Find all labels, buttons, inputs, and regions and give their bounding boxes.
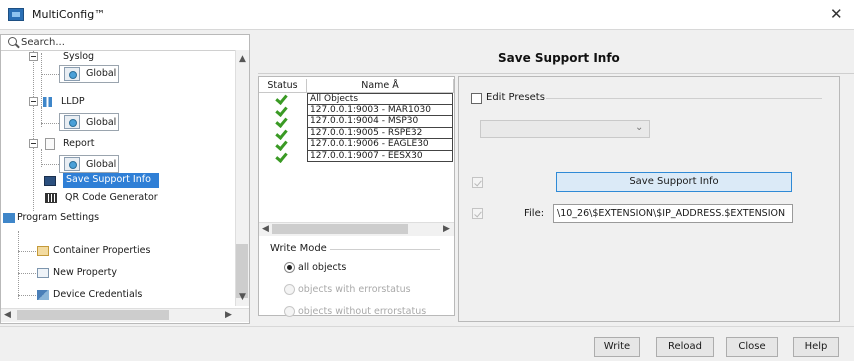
table-row[interactable]: 127.0.0.1:9005 - RSPE32: [259, 127, 454, 139]
help-button[interactable]: Help: [793, 337, 839, 357]
table-cell-name: 127.0.0.1:9003 - MAR1030: [307, 104, 453, 116]
table-row[interactable]: All Objects: [259, 93, 454, 105]
scrollbar-thumb[interactable]: [236, 244, 248, 298]
scroll-down-icon[interactable]: ▼: [239, 292, 246, 302]
tree-item-report[interactable]: Report: [63, 138, 95, 149]
table-cell-name: 127.0.0.1:9006 - EAGLE30: [307, 139, 453, 151]
title-bar: [0, 0, 854, 30]
scroll-right-icon[interactable]: ▶: [443, 224, 450, 234]
presets-dropdown[interactable]: [480, 120, 650, 138]
tree-item-container-properties[interactable]: Container Properties: [53, 245, 150, 256]
document-icon: [45, 138, 55, 150]
tree-connector: [18, 251, 36, 252]
globe-icon: [64, 115, 80, 129]
collapse-icon[interactable]: [29, 52, 38, 61]
close-button[interactable]: Close: [726, 337, 778, 357]
table-row[interactable]: 127.0.0.1:9003 - MAR1030: [259, 104, 454, 116]
tree-item-syslog-global[interactable]: Global: [86, 68, 116, 79]
details-panel: [458, 76, 840, 322]
save-disk-icon: [44, 176, 56, 186]
tree-item-save-support-info[interactable]: Save Support Info: [63, 173, 159, 188]
divider: [546, 98, 822, 99]
tree-connector: [33, 51, 34, 211]
ok-check-icon: [275, 105, 287, 116]
collapse-icon[interactable]: [29, 97, 38, 106]
scrollbar-thumb[interactable]: [272, 224, 408, 234]
tree-connector: [41, 53, 42, 113]
edit-presets-label: Edit Presets: [486, 92, 545, 103]
radio-without-errorstatus[interactable]: [284, 306, 295, 317]
tree-item-device-credentials[interactable]: Device Credentials: [53, 289, 142, 300]
tree-item-report-global[interactable]: Global: [86, 159, 116, 170]
ok-check-icon: [275, 139, 287, 150]
file-path-field[interactable]: \10_26\$EXTENSION\$IP_ADDRESS.$EXTENSION: [553, 204, 793, 223]
search-row[interactable]: Search...: [1, 35, 249, 51]
page-title: Save Support Info: [498, 51, 620, 65]
edit-presets-checkbox[interactable]: [471, 93, 482, 104]
app-icon: [8, 8, 24, 21]
tree-item-new-property[interactable]: New Property: [53, 267, 117, 278]
collapse-icon[interactable]: [29, 139, 38, 148]
tree-item-program-settings[interactable]: Program Settings: [17, 212, 99, 223]
table-cell-name: 127.0.0.1:9005 - RSPE32: [307, 127, 453, 139]
globe-icon: [64, 157, 80, 171]
scroll-left-icon[interactable]: ◀: [4, 310, 11, 320]
scrollbar-thumb[interactable]: [17, 310, 169, 320]
tree-connector: [18, 273, 36, 274]
container-icon: [37, 246, 49, 256]
close-icon[interactable]: ✕: [830, 5, 843, 23]
table-row[interactable]: 127.0.0.1:9007 - EESX30: [259, 150, 454, 162]
save-support-info-checkbox[interactable]: [472, 177, 483, 188]
ok-check-icon: [275, 128, 287, 139]
table-header: Status Name Å: [259, 79, 454, 93]
tree-connector: [18, 231, 19, 299]
radio-with-errorstatus[interactable]: [284, 284, 295, 295]
ok-check-icon: [275, 93, 287, 104]
navigation-tree: Search... Syslog Global LLDP Global Repo…: [0, 34, 250, 324]
globe-icon: [64, 67, 80, 81]
property-icon: [37, 268, 49, 278]
radio-all-objects[interactable]: [284, 262, 295, 273]
divider: [330, 249, 440, 250]
tree-item-syslog[interactable]: Syslog: [63, 51, 94, 62]
write-mode-label: Write Mode: [270, 243, 327, 254]
radio-label: all objects: [298, 262, 347, 273]
settings-icon: [3, 213, 15, 223]
table-row[interactable]: 127.0.0.1:9004 - MSP30: [259, 116, 454, 128]
file-checkbox[interactable]: [472, 208, 483, 219]
radio-label: objects without errorstatus: [298, 306, 427, 317]
column-header-name[interactable]: Name Å: [307, 79, 454, 93]
table-body: All Objects 127.0.0.1:9003 - MAR1030 127…: [259, 93, 454, 165]
write-button[interactable]: Write: [594, 337, 640, 357]
reload-button[interactable]: Reload: [656, 337, 714, 357]
search-input[interactable]: Search...: [21, 37, 65, 48]
tree-item-label: Save Support Info: [66, 174, 151, 185]
footer-divider: [0, 326, 854, 327]
window-title: MultiConfig™: [32, 8, 106, 21]
tree-item-lldp[interactable]: LLDP: [61, 96, 85, 107]
scroll-up-icon[interactable]: ▲: [239, 54, 246, 64]
column-header-status[interactable]: Status: [259, 79, 307, 93]
network-icon: [43, 97, 55, 107]
tree-connector: [18, 295, 36, 296]
search-icon: [8, 37, 17, 46]
tree-item-lldp-global[interactable]: Global: [86, 117, 116, 128]
scroll-left-icon[interactable]: ◀: [262, 224, 269, 234]
table-cell-name: 127.0.0.1:9007 - EESX30: [307, 150, 453, 162]
table-cell-name: 127.0.0.1:9004 - MSP30: [307, 116, 453, 128]
table-row[interactable]: 127.0.0.1:9006 - EAGLE30: [259, 139, 454, 151]
tree-item-qr-code-generator[interactable]: QR Code Generator: [65, 192, 158, 203]
save-support-info-button[interactable]: Save Support Info: [556, 172, 792, 192]
table-cell-name: All Objects: [307, 93, 453, 105]
credentials-icon: [37, 290, 49, 300]
tree-connector: [41, 107, 42, 127]
ok-check-icon: [275, 116, 287, 127]
chevron-down-icon: ⌄: [635, 122, 644, 133]
scroll-right-icon[interactable]: ▶: [225, 310, 232, 320]
qr-code-icon: [45, 193, 57, 203]
ok-check-icon: [275, 151, 287, 162]
radio-label: objects with errorstatus: [298, 284, 411, 295]
file-label: File:: [524, 208, 545, 219]
